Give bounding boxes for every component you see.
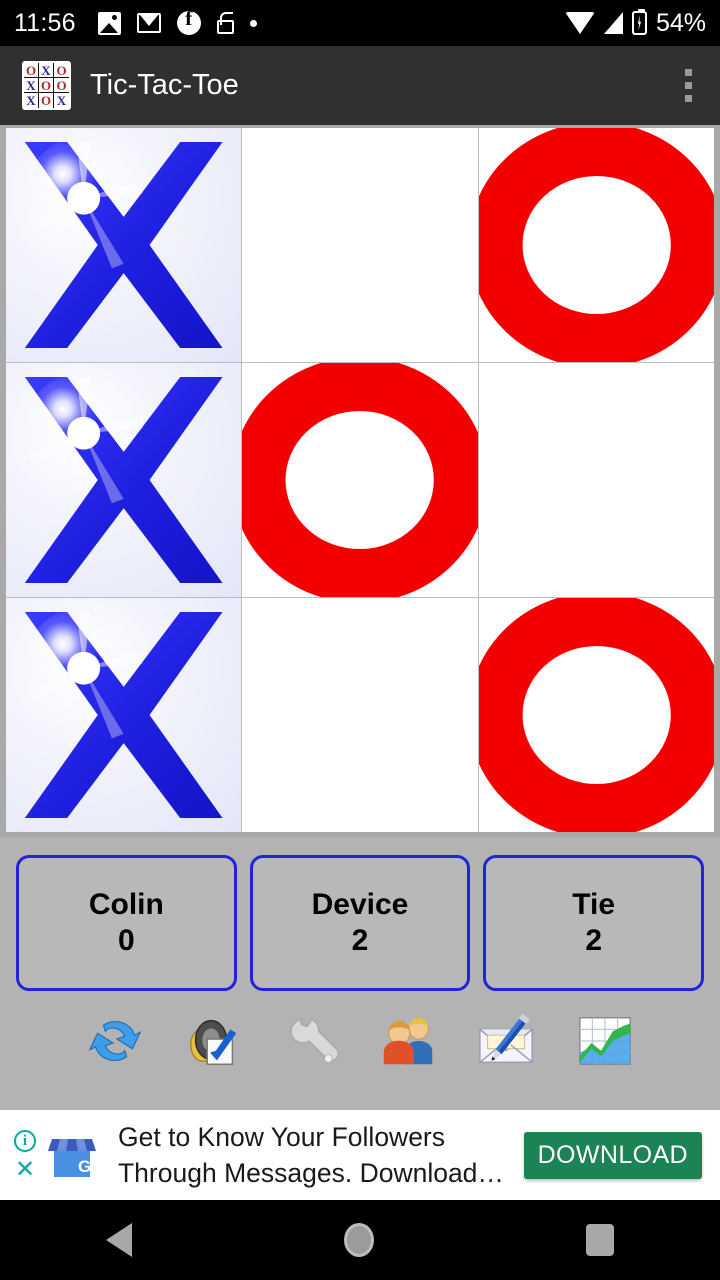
score-panel-device[interactable]: Device 2 [249,855,471,991]
svg-text:G: G [78,1157,91,1176]
game-board [6,128,714,832]
app-icon-cell: O [54,63,69,78]
board-cell-top-right[interactable] [478,128,714,362]
overflow-menu-icon[interactable] [679,63,698,108]
system-nav-bar [0,1200,720,1280]
ad-info-icon[interactable]: i [14,1130,36,1152]
app-icon-cell: O [39,93,54,108]
app-icon-cell: X [24,78,39,93]
o-mark [478,128,714,362]
game-board-container [0,125,720,837]
sound-icon[interactable] [177,1005,249,1077]
scoreboard: Colin 0 Device 2 Tie 2 [0,855,720,991]
overflow-dot [685,95,692,102]
dot-icon [249,19,257,27]
recents-nav-icon[interactable] [586,1224,614,1256]
ad-headline-line2: Through Messages. Download… [118,1158,504,1188]
board-cell-bottom-center[interactable] [242,598,478,832]
score-device-value: 2 [351,924,369,957]
google-my-business-icon: G [44,1127,100,1183]
ad-banner[interactable]: i ✕ G Get to Know Your Followers Through… [0,1110,720,1200]
status-system-icons: 54% [564,8,706,38]
battery-icon [631,9,647,35]
score-player-name: Colin [88,888,164,921]
status-time: 11:56 [14,8,76,37]
wifi-icon [564,12,595,34]
gmail-icon [136,13,161,33]
x-mark [6,363,241,597]
o-mark [478,598,714,832]
board-cell-middle-center[interactable] [242,363,478,597]
ad-text: Get to Know Your Followers Through Messa… [106,1119,524,1191]
board-cell-bottom-right[interactable] [478,598,714,832]
app-icon-cell: X [56,93,67,108]
overflow-dot [685,82,692,89]
ad-download-button[interactable]: DOWNLOAD [523,1131,702,1179]
score-tie-name: Tie [572,888,616,921]
board-cell-middle-right[interactable] [478,363,714,597]
ad-close-icon[interactable]: ✕ [15,1158,35,1182]
home-nav-icon[interactable] [344,1223,374,1257]
wrench-icon[interactable] [275,1005,347,1077]
app-icon-cell: X [24,93,39,108]
photo-icon [97,11,121,35]
score-device-name: Device [311,888,409,921]
board-cell-top-center[interactable] [242,128,478,362]
x-mark [6,128,241,362]
score-tie-value: 2 [585,924,603,957]
signal-icon [603,12,623,34]
facebook-icon [176,6,201,35]
overflow-dot [685,69,692,76]
app-icon-cell: X [39,63,54,78]
app-icon-cell: O [54,78,69,93]
back-nav-icon[interactable] [106,1223,132,1257]
app-icon-cell: O [39,78,54,93]
battery-percent: 54% [655,8,706,37]
status-bar: 11:56 54% [0,0,720,46]
tic-tac-toe-app-icon: O X O X O O X O X [22,61,71,110]
score-panel-tie[interactable]: Tie 2 [483,855,705,991]
app-icon-cell: O [24,63,39,78]
board-cell-bottom-left[interactable] [6,598,242,832]
score-player-value: 0 [117,924,135,957]
game-toolbar [0,1000,720,1082]
o-mark [242,363,478,597]
unlock-icon [216,12,234,34]
board-cell-middle-left[interactable] [6,363,242,597]
mail-compose-icon[interactable] [471,1005,543,1077]
phone-screen: 11:56 54% O X O X O O X O X Tic-Tac-Toe [0,0,720,1280]
stats-chart-icon[interactable] [569,1005,641,1077]
x-mark [6,598,241,832]
page-title: Tic-Tac-Toe [90,69,239,101]
ad-headline-line1: Get to Know Your Followers [118,1122,446,1152]
board-cell-top-left[interactable] [6,128,242,362]
status-notification-icons [97,6,257,35]
score-panel-player[interactable]: Colin 0 [16,855,237,991]
players-icon[interactable] [373,1005,445,1077]
app-bar: O X O X O O X O X Tic-Tac-Toe [0,46,720,125]
refresh-icon[interactable] [79,1005,151,1077]
ad-badges: i ✕ [8,1130,42,1182]
